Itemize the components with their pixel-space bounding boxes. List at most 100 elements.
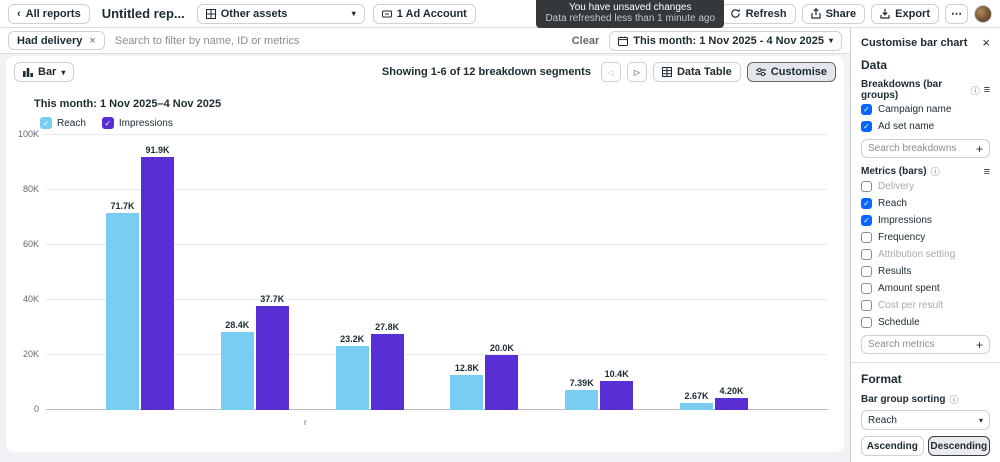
legend-item-impressions[interactable]: ✓ Impressions: [101, 117, 173, 129]
sorting-metric-dropdown[interactable]: Reach ▾: [861, 410, 990, 430]
checkbox-label: Results: [878, 266, 912, 277]
legend-item-reach[interactable]: ✓ Reach: [40, 117, 86, 129]
bar-reach: [106, 213, 139, 410]
close-icon[interactable]: ×: [982, 36, 990, 49]
checkbox-unchecked-icon[interactable]: [861, 232, 872, 243]
ascending-button[interactable]: Ascending: [861, 436, 924, 456]
bar-value-label: 91.9K: [145, 145, 170, 155]
breakdowns-search-input[interactable]: Search breakdowns +: [861, 139, 990, 158]
customise-button[interactable]: Customise: [746, 62, 836, 82]
page-next-button[interactable]: ▷: [626, 62, 647, 82]
user-avatar[interactable]: [974, 4, 992, 23]
bar-value-label: 7.39K: [569, 378, 594, 388]
legend-checkbox-icon: ✓: [40, 117, 52, 129]
checkbox-row-amount-spent[interactable]: Amount spent: [861, 280, 990, 297]
bar-value-label: 27.8K: [375, 322, 400, 332]
checkbox-row-ad-set-name[interactable]: ✓ Ad set name: [861, 118, 990, 135]
page-previous-icon: ◁: [607, 67, 615, 77]
checkbox-row-schedule[interactable]: Schedule: [861, 314, 990, 331]
checkbox-unchecked-icon[interactable]: [861, 181, 872, 192]
filter-search-input[interactable]: Search to filter by name, ID or metrics: [115, 35, 562, 47]
checkbox-checked-icon[interactable]: ✓: [861, 198, 872, 209]
checkbox-row-reach[interactable]: ✓ Reach: [861, 195, 990, 212]
checkbox-row-impressions[interactable]: ✓ Impressions: [861, 212, 990, 229]
checkbox-checked-icon[interactable]: ✓: [861, 104, 872, 115]
checkbox-row-cost-per-result[interactable]: Cost per result: [861, 297, 990, 314]
checkbox-row-results[interactable]: Results: [861, 263, 990, 280]
x-axis-label-fragment: r: [304, 418, 307, 427]
chart-legend: ✓ Reach ✓ Impressions: [40, 117, 844, 129]
bar-column: 20.0K: [485, 343, 519, 410]
format-section-heading: Format: [861, 372, 902, 386]
checkbox-unchecked-icon[interactable]: [861, 283, 872, 294]
bar-group-sorting-heading: Bar group sorting: [861, 394, 946, 405]
bar-impressions: [370, 334, 404, 410]
bar-column: 4.20K: [714, 386, 748, 410]
legend-label: Impressions: [118, 117, 173, 129]
all-reports-label: All reports: [25, 7, 81, 20]
chart-title: This month: 1 Nov 2025–4 Nov 2025: [34, 98, 222, 110]
more-icon: ⋯: [951, 8, 962, 20]
metrics-heading: Metrics (bars): [861, 166, 927, 177]
export-label: Export: [895, 7, 930, 20]
chart-type-label: Bar: [38, 66, 57, 78]
filter-chip-label: Had delivery: [17, 34, 83, 47]
chevron-down-icon: ▾: [978, 415, 983, 425]
checkbox-row-frequency[interactable]: Frequency: [861, 229, 990, 246]
metrics-search-placeholder: Search metrics: [868, 339, 935, 350]
export-button[interactable]: Export: [871, 3, 939, 24]
all-reports-button[interactable]: ‹ All reports: [8, 3, 90, 24]
metrics-search-input[interactable]: Search metrics +: [861, 335, 990, 354]
assets-dropdown[interactable]: Other assets ▾: [196, 3, 365, 24]
back-chevron-icon: ‹: [17, 7, 21, 20]
export-icon: [880, 8, 890, 19]
filter-bar: Had delivery × Search to filter by name,…: [0, 28, 850, 54]
checkbox-label: Ad set name: [878, 121, 935, 132]
bar-column: 28.4K: [220, 320, 254, 410]
date-range-selector[interactable]: This month: 1 Nov 2025 - 4 Nov 2025 ▾: [609, 30, 842, 51]
checkbox-unchecked-icon[interactable]: [861, 300, 872, 311]
chart-type-dropdown[interactable]: Bar ▾: [14, 62, 75, 82]
more-options-button[interactable]: ⋯: [945, 3, 968, 24]
info-icon: ⓘ: [949, 395, 959, 405]
checkbox-checked-icon[interactable]: ✓: [861, 215, 872, 226]
date-range-label: This month: 1 Nov 2025 - 4 Nov 2025: [633, 34, 824, 47]
bar-chart-icon: [23, 67, 33, 77]
ad-account-label: 1 Ad Account: [396, 7, 467, 20]
y-tick-label: 100K: [17, 129, 39, 139]
page-next-icon: ▷: [633, 67, 641, 77]
share-label: Share: [825, 7, 857, 20]
checkbox-row-delivery[interactable]: Delivery: [861, 178, 990, 195]
checkbox-row-campaign-name[interactable]: ✓ Campaign name: [861, 101, 990, 118]
descending-button[interactable]: Descending: [927, 436, 990, 456]
report-title[interactable]: Untitled rep...: [102, 6, 185, 21]
bar-value-label: 23.2K: [340, 334, 365, 344]
plus-icon[interactable]: +: [976, 338, 983, 352]
share-button[interactable]: Share: [801, 3, 866, 24]
refresh-button[interactable]: Refresh: [720, 3, 796, 24]
close-icon[interactable]: ×: [89, 35, 95, 47]
report-card: Bar ▾ Showing 1-6 of 12 breakdown segmen…: [6, 56, 844, 452]
data-table-button[interactable]: Data Table: [652, 62, 741, 82]
bar-column: 37.7K: [255, 294, 289, 410]
plus-icon[interactable]: +: [976, 142, 983, 156]
reorder-list-icon[interactable]: ≡: [984, 84, 990, 96]
chevron-down-icon: ▾: [828, 36, 833, 45]
checkbox-checked-icon[interactable]: ✓: [861, 121, 872, 132]
checkbox-unchecked-icon[interactable]: [861, 249, 872, 260]
clear-filters-button[interactable]: Clear: [572, 35, 600, 47]
checkbox-unchecked-icon[interactable]: [861, 266, 872, 277]
divider: [851, 362, 1000, 363]
checkbox-label: Delivery: [878, 181, 915, 192]
bar-reach: [679, 403, 713, 410]
reorder-list-icon[interactable]: ≡: [984, 166, 990, 178]
customise-panel: Customise bar chart × Data Breakdowns (b…: [850, 28, 1000, 462]
ad-account-selector[interactable]: 1 Ad Account: [372, 3, 476, 24]
checkbox-unchecked-icon[interactable]: [861, 317, 872, 328]
filter-chip-had-delivery[interactable]: Had delivery ×: [8, 31, 105, 50]
checkbox-row-attribution-setting[interactable]: Attribution setting: [861, 246, 990, 263]
chevron-down-icon: ▾: [351, 9, 356, 18]
refresh-icon: [730, 8, 741, 19]
page-previous-button[interactable]: ◁: [600, 62, 621, 82]
breakdowns-search-placeholder: Search breakdowns: [868, 143, 957, 154]
